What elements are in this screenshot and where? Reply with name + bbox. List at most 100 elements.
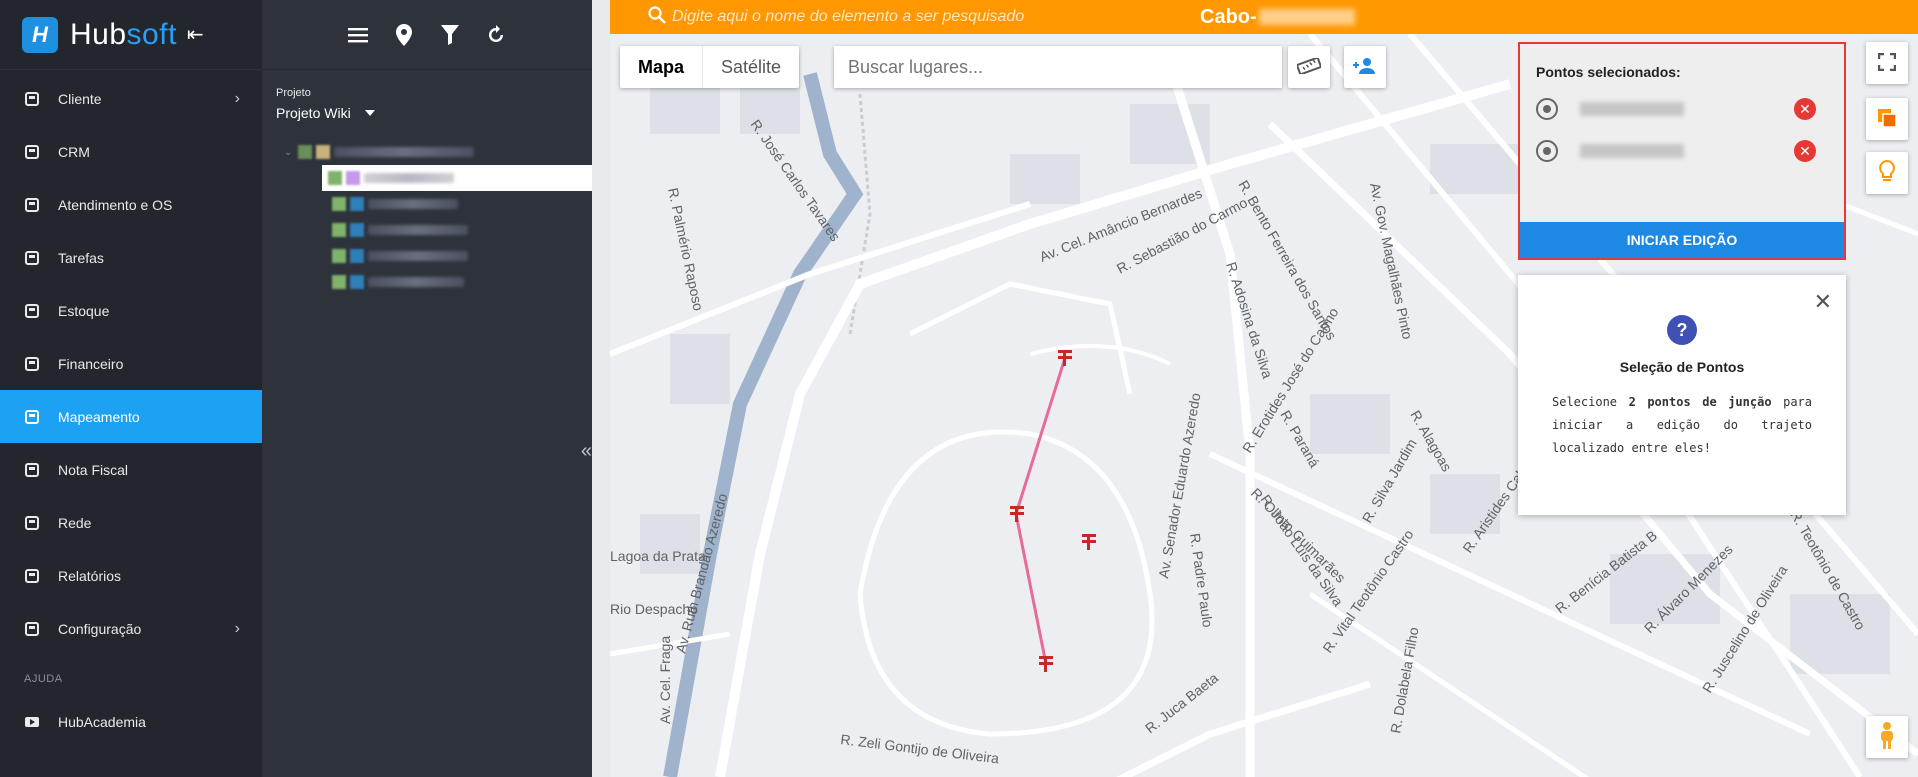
selected-points-panel: Pontos selecionados: ✕ ✕ INICIAR EDIÇÃO	[1518, 42, 1846, 260]
element-search-input[interactable]: Digite aqui o nome do elemento a ser pes…	[672, 8, 1024, 26]
nav-section-help: AJUDA	[24, 673, 63, 685]
nav-list: Cliente › CRM Atendimento e OS Tarefas Estoqu…	[0, 72, 262, 655]
collapse-menu-icon[interactable]: ⇤	[187, 22, 204, 47]
project-select[interactable]: Projeto Wiki	[276, 105, 592, 121]
nav-item-label: CRM	[58, 143, 90, 160]
gear-icon	[24, 621, 40, 637]
project-select-value: Projeto Wiki	[276, 105, 351, 121]
selected-points-title: Pontos selecionados:	[1536, 64, 1681, 80]
project-tree: ⌄	[262, 139, 592, 295]
map-type-map-button[interactable]: Mapa	[620, 46, 704, 88]
nav-item-hubacademia[interactable]: HubAcademia	[0, 695, 262, 748]
nav-item-tarefas[interactable]: Tarefas	[0, 231, 262, 284]
map-area[interactable]: Digite aqui o nome do elemento a ser pes…	[610, 0, 1918, 777]
project-label: Projeto	[276, 87, 311, 99]
nav-item-label: Relatórios	[58, 567, 122, 584]
close-icon[interactable]: ✕	[1814, 289, 1832, 315]
brand-name: Hubsoft	[70, 17, 177, 51]
nav-item-rede[interactable]: Rede	[0, 496, 262, 549]
nav-item-label: Rede	[58, 514, 92, 531]
play-icon	[24, 714, 40, 730]
nav-item-estoque[interactable]: Estoque	[0, 284, 262, 337]
nav-item-label: Mapeamento	[58, 408, 140, 425]
ruler-button[interactable]	[1288, 46, 1330, 88]
add-user-button[interactable]	[1344, 46, 1386, 88]
nav-item-relat-rios[interactable]: Relatórios	[0, 549, 262, 602]
nav-item-label: Cliente	[58, 90, 102, 107]
remove-point-icon[interactable]: ✕	[1794, 140, 1816, 162]
tree-row-selected[interactable]	[322, 165, 592, 191]
collapse-panel-icon[interactable]: «	[581, 440, 592, 463]
chevron-right-icon: ›	[234, 619, 240, 637]
panel-divider[interactable]	[592, 0, 610, 777]
tree-item-label	[368, 277, 464, 287]
map-type-satellite-button[interactable]: Satélite	[703, 46, 799, 88]
menu-icon[interactable]	[346, 23, 370, 47]
target-icon[interactable]	[1536, 98, 1558, 120]
tree-row[interactable]	[262, 243, 592, 269]
report-icon	[24, 568, 40, 584]
caret-down-icon	[364, 110, 375, 116]
tree-item-label	[368, 199, 458, 209]
refresh-icon[interactable]	[484, 23, 508, 47]
svg-text:Lagoa da Prata: Lagoa da Prata	[610, 548, 706, 564]
nav-item-label: Configuração	[58, 620, 142, 637]
pegman-icon	[1877, 721, 1897, 754]
tree-root-row[interactable]: ⌄	[262, 139, 592, 165]
tips-button[interactable]	[1866, 152, 1908, 194]
nav-item-label: Atendimento e OS	[58, 196, 173, 213]
start-edit-button[interactable]: INICIAR EDIÇÃO	[1520, 222, 1844, 258]
panel-toolbar	[262, 0, 592, 70]
search-places-input[interactable]	[834, 46, 1282, 88]
box-icon	[24, 303, 40, 319]
target-icon[interactable]	[1536, 140, 1558, 162]
map-marker-icon[interactable]	[392, 23, 416, 47]
street-view-button[interactable]	[1866, 716, 1908, 758]
question-icon: ?	[1667, 315, 1697, 345]
filter-icon[interactable]	[438, 23, 462, 47]
person-card-icon	[24, 91, 40, 107]
tree-row[interactable]	[262, 191, 592, 217]
server-icon	[24, 515, 40, 531]
chevron-right-icon: ›	[234, 89, 240, 107]
calendar-icon	[24, 197, 40, 213]
fullscreen-icon	[1877, 52, 1897, 74]
nav-item-nota-fiscal[interactable]: Nota Fiscal	[0, 443, 262, 496]
tree-item-label	[368, 225, 468, 235]
nav-item-financeiro[interactable]: Financeiro	[0, 337, 262, 390]
nav-item-mapeamento[interactable]: Mapeamento	[0, 390, 262, 443]
help-card: ✕ ? Seleção de Pontos Selecione 2 pontos…	[1518, 275, 1846, 515]
ruler-icon	[1295, 55, 1323, 77]
nav-item-atendimento-e-os[interactable]: Atendimento e OS	[0, 178, 262, 231]
briefcase-icon	[24, 250, 40, 266]
layers-button[interactable]	[1866, 98, 1908, 140]
svg-text:Av. Cel. Fraga: Av. Cel. Fraga	[657, 636, 673, 724]
point-name	[1580, 144, 1684, 158]
tree-item-label	[364, 173, 454, 183]
tree-row[interactable]	[262, 269, 592, 295]
tree-item-label	[368, 251, 468, 261]
tree-expand-icon[interactable]: ⌄	[284, 147, 292, 158]
svg-text:Rio Despacho: Rio Despacho	[610, 601, 698, 617]
nav-item-label: Tarefas	[58, 249, 104, 266]
map-pin-icon	[24, 409, 40, 425]
tree-row[interactable]	[262, 217, 592, 243]
add-person-icon	[1352, 57, 1378, 78]
nav-item-label: HubAcademia	[58, 713, 146, 730]
hubsoft-logo-icon: H	[22, 16, 58, 53]
selected-point-row: ✕	[1520, 88, 1844, 130]
nav-item-cliente[interactable]: Cliente ›	[0, 72, 262, 125]
nav-item-label: Nota Fiscal	[58, 461, 129, 478]
nav-item-configura-o[interactable]: Configuração ›	[0, 602, 262, 655]
remove-point-icon[interactable]: ✕	[1794, 98, 1816, 120]
fullscreen-button[interactable]	[1866, 42, 1908, 84]
wallet-icon	[24, 356, 40, 372]
layers-icon	[1876, 107, 1898, 132]
receipt-icon	[24, 462, 40, 478]
nav-item-crm[interactable]: CRM	[0, 125, 262, 178]
search-icon	[648, 5, 666, 29]
cable-title: Cabo-	[1200, 6, 1355, 29]
lightbulb-icon	[1878, 159, 1896, 187]
tree-root-label	[334, 147, 475, 157]
help-nav-list: HubAcademia	[0, 695, 262, 748]
